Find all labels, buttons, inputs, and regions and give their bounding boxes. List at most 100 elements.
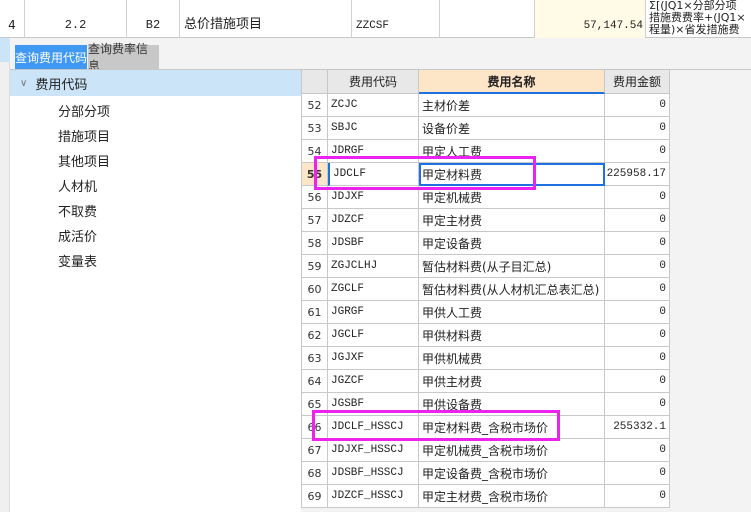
fee-name-cell[interactable]: 主材价差 [419,94,605,117]
fee-code-cell[interactable]: JGJXF [328,347,419,370]
tree-item[interactable]: 成活价 [58,226,97,245]
chevron-down-icon[interactable]: ∨ [20,78,27,89]
header-fee-amount[interactable]: 费用金额 [605,70,670,94]
fee-name-cell[interactable]: 甲定设备费 [419,232,605,255]
tree-item[interactable]: 人材机 [58,176,97,195]
fee-amount-cell[interactable]: 0 [605,209,670,232]
fee-code-cell[interactable]: JDZCF_HSSCJ [328,485,419,508]
tree-item[interactable]: 措施项目 [58,126,110,145]
row-index: 4 [0,0,25,38]
fee-code-cell[interactable]: JGRGF [328,301,419,324]
row-number[interactable]: 59 [301,255,328,278]
table-row[interactable]: 64 JGZCF 甲供主材费 0 [301,370,670,393]
table-row[interactable]: 60 ZGCLF 暂估材料费(从人材机汇总表汇总) 0 [301,278,670,301]
left-strip [0,38,10,512]
fee-amount-cell[interactable]: 0 [605,232,670,255]
fee-code-cell[interactable]: ZGJCLHJ [328,255,419,278]
row-number[interactable]: 67 [301,439,328,462]
fee-name-cell[interactable]: 甲定设备费_含税市场价 [419,462,605,485]
row-name: 总价措施项目 [180,0,352,38]
table-row[interactable]: 69 JDZCF_HSSCJ 甲定主材费_含税市场价 0 [301,485,670,508]
tab-query-fee-code[interactable]: 查询费用代码 [15,45,87,69]
table-row[interactable]: 58 JDSBF 甲定设备费 0 [301,232,670,255]
fee-amount-cell[interactable]: 0 [605,393,670,416]
fee-name-cell[interactable]: 甲供机械费 [419,347,605,370]
fee-amount-cell[interactable]: 0 [605,278,670,301]
header-fee-code[interactable]: 费用代码 [328,70,419,94]
fee-name-cell[interactable]: 暂估材料费(从人材机汇总表汇总) [419,278,605,301]
fee-amount-cell[interactable]: 0 [605,439,670,462]
highlight-box [314,156,536,190]
row-number[interactable]: 63 [301,347,328,370]
table-row[interactable]: 52 ZCJC 主材价差 0 [301,94,670,117]
fee-code-table: 费用代码 费用名称 费用金额 52 ZCJC 主材价差 0 53 SBJC 设备价差 0 54 J… [301,70,670,508]
fee-amount-cell[interactable]: 0 [605,255,670,278]
table-row[interactable]: 68 JDSBF_HSSCJ 甲定设备费_含税市场价 0 [301,462,670,485]
row-fee-code: ZZCSF [352,0,440,38]
row-formula: Σ[(JQ1×分部分项 措施费费率+(JQ1× 程量)×省发措施费 [649,0,746,36]
fee-amount-cell[interactable]: 0 [605,370,670,393]
tree-item[interactable]: 分部分项 [58,101,110,120]
table-header: 费用代码 费用名称 费用金额 [301,70,670,94]
header-fee-name[interactable]: 费用名称 [419,70,605,94]
fee-amount-cell[interactable]: 255332.1 [605,416,670,439]
table-row[interactable]: 63 JGJXF 甲供机械费 0 [301,347,670,370]
fee-code-cell[interactable]: JGZCF [328,370,419,393]
table-row[interactable]: 61 JGRGF 甲供人工费 0 [301,301,670,324]
fee-amount-cell[interactable]: 0 [605,347,670,370]
fee-amount-cell[interactable]: 0 [605,485,670,508]
fee-code-cell[interactable]: JDJXF_HSSCJ [328,439,419,462]
row-number[interactable]: 62 [301,324,328,347]
fee-amount-cell[interactable]: 0 [605,462,670,485]
fee-name-cell[interactable]: 甲供人工费 [419,301,605,324]
fee-name-cell[interactable]: 甲供主材费 [419,370,605,393]
tree-root-label: 费用代码 [35,77,88,93]
tab-query-fee-rate[interactable]: 查询费率信息 [88,42,159,73]
fee-amount-cell[interactable]: 0 [605,117,670,140]
tree-item[interactable]: 不取费 [58,201,97,220]
fee-amount-cell[interactable]: 0 [605,140,670,163]
fee-name-cell[interactable]: 甲供材料费 [419,324,605,347]
row-number[interactable]: 69 [301,485,328,508]
tree-root[interactable]: ∨ 费用代码 [10,70,301,96]
fee-code-cell[interactable]: SBJC [328,117,419,140]
fee-code-cell[interactable]: JGCLF [328,324,419,347]
row-number[interactable]: 61 [301,301,328,324]
fee-amount-cell[interactable]: 0 [605,186,670,209]
tree-item[interactable]: 其他项目 [58,151,110,170]
row-amount: 57,147.54 [535,0,646,38]
row-number[interactable]: 52 [301,94,328,117]
row-number[interactable]: 64 [301,370,328,393]
table-row[interactable]: 53 SBJC 设备价差 0 [301,117,670,140]
fee-name-cell[interactable]: 设备价差 [419,117,605,140]
row-number[interactable]: 58 [301,232,328,255]
fee-code-cell[interactable]: ZGCLF [328,278,419,301]
row-empty-cell [440,0,535,38]
fee-name-cell[interactable]: 暂估材料费(从子目汇总) [419,255,605,278]
fee-name-cell[interactable]: 甲定主材费 [419,209,605,232]
row-number[interactable]: 68 [301,462,328,485]
fee-code-cell[interactable]: JDSBF [328,232,419,255]
fee-name-cell[interactable]: 甲定主材费_含税市场价 [419,485,605,508]
header-corner [301,70,328,94]
fee-code-cell[interactable]: ZCJC [328,94,419,117]
fee-amount-cell[interactable]: 0 [605,301,670,324]
row-number[interactable]: 57 [301,209,328,232]
table-row[interactable]: 67 JDJXF_HSSCJ 甲定机械费_含税市场价 0 [301,439,670,462]
fee-name-cell[interactable]: 甲定机械费_含税市场价 [419,439,605,462]
fee-code-tree: ∨ 费用代码 分部分项 措施项目 其他项目 人材机 不取费 成活价 变量表 [10,70,301,512]
top-table-row[interactable]: 4 2.2 B2 总价措施项目 ZZCSF 57,147.54 Σ[(JQ1×分… [0,0,751,38]
row-code: B2 [127,0,180,38]
tree-item[interactable]: 变量表 [58,251,97,270]
row-number[interactable]: 53 [301,117,328,140]
table-row[interactable]: 57 JDZCF 甲定主材费 0 [301,209,670,232]
table-row[interactable]: 59 ZGJCLHJ 暂估材料费(从子目汇总) 0 [301,255,670,278]
fee-amount-cell[interactable]: 0 [605,324,670,347]
row-number[interactable]: 60 [301,278,328,301]
fee-code-cell[interactable]: JDSBF_HSSCJ [328,462,419,485]
fee-code-cell[interactable]: JDZCF [328,209,419,232]
row-number: 2.2 [25,0,127,38]
table-row[interactable]: 62 JGCLF 甲供材料费 0 [301,324,670,347]
fee-amount-cell[interactable]: 225958.17 [605,163,670,186]
fee-amount-cell[interactable]: 0 [605,94,670,117]
